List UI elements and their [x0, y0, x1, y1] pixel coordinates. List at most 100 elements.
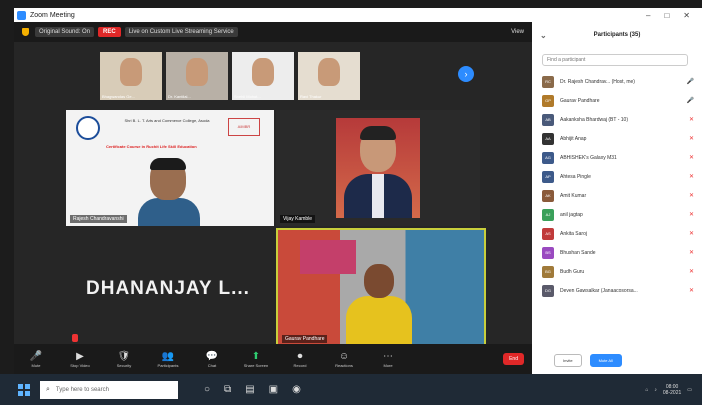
- presenter-video: [138, 158, 200, 226]
- avatar: BS: [542, 246, 554, 259]
- aimbr-logo: AIMBR: [228, 118, 260, 136]
- participant-name: Bhagwandas Ge...: [102, 94, 135, 99]
- stop-video-button[interactable]: ▶ Stop Video: [58, 351, 102, 368]
- notifications-icon[interactable]: ▭: [687, 387, 692, 393]
- mic-muted-icon[interactable]: ✕: [689, 135, 694, 142]
- mic-muted-icon[interactable]: ✕: [689, 173, 694, 180]
- participant-row[interactable]: BS Bhushan Sande ✕: [532, 243, 702, 262]
- participant-search-input[interactable]: [542, 54, 688, 66]
- meeting-area: Original Sound: On REC Live on Custom Li…: [14, 22, 532, 374]
- avatar: AG: [542, 151, 554, 164]
- college-logo-icon: [76, 116, 100, 140]
- avatar: AA: [542, 132, 554, 145]
- shield-icon: 🛡: [117, 350, 131, 362]
- gallery-next-arrow-icon[interactable]: ›: [458, 66, 474, 82]
- mic-on-icon[interactable]: 🎤: [687, 78, 694, 85]
- original-sound-chip[interactable]: Original Sound: On: [35, 27, 95, 37]
- mute-button[interactable]: 🎤 Mute: [14, 351, 58, 368]
- people-icon: 👥: [161, 350, 175, 362]
- participant-row[interactable]: AK Amit Kumar ✕: [532, 186, 702, 205]
- gallery-thumb[interactable]: Snehil Mohot...: [232, 52, 294, 100]
- mic-muted-icon[interactable]: ✕: [689, 116, 694, 123]
- participant-name: Gaurav Pandhare: [282, 335, 328, 343]
- file-explorer-icon[interactable]: ▤: [245, 384, 254, 395]
- gallery-thumb[interactable]: Dr. Kantilal...: [166, 52, 228, 100]
- mic-muted-icon[interactable]: ✕: [689, 192, 694, 199]
- avatar: DG: [542, 284, 554, 297]
- participant-name: Vijay Kamble: [280, 215, 316, 223]
- participant-row[interactable]: AB Aakanksha Bhardwaj (BT - 10) ✕: [532, 110, 702, 129]
- encryption-shield-icon[interactable]: [22, 28, 29, 36]
- clock[interactable]: 08:00 08-2021: [663, 384, 681, 396]
- participants-footer: Invite Mute All: [532, 346, 702, 374]
- avatar: AK: [542, 189, 554, 202]
- participants-panel: ⌄ Participants (35) RCDr. Rajesh Chandra…: [532, 22, 702, 374]
- avatar: AB: [542, 113, 554, 126]
- mute-all-button[interactable]: Mute All: [589, 353, 622, 367]
- close-button[interactable]: ✕: [683, 11, 690, 20]
- participant-video: [318, 58, 340, 86]
- maximize-button[interactable]: □: [664, 11, 669, 20]
- participant-row[interactable]: BG Budh Guru ✕: [532, 262, 702, 281]
- video-tile-no-video[interactable]: DHANANJAY L...: [66, 228, 274, 348]
- participant-list: RC Dr. Rajesh Chandrav... (Host, me) 🎤 GP G…: [532, 72, 702, 300]
- minimize-button[interactable]: –: [646, 11, 650, 20]
- gallery-thumb[interactable]: Bhagwandas Ge...: [100, 52, 162, 100]
- share-screen-button[interactable]: ⬆ Share Screen: [234, 351, 278, 368]
- taskbar-search-box[interactable]: ⌕ Type here to search: [40, 380, 178, 399]
- gallery-thumb[interactable]: Ravi Thakur: [298, 52, 360, 100]
- windows-start-icon[interactable]: [18, 383, 30, 396]
- participant-row[interactable]: DG Deven Gawsalkar (Janaacosorsa... ✕: [532, 281, 702, 300]
- certificate-title: Certificate Course in Ruchit Life Skill …: [106, 144, 197, 149]
- mic-on-icon[interactable]: 🎤: [687, 97, 694, 104]
- meeting-toolbar: 🎤 Mute ▶ Stop Video 🛡 Security 👥 Participant…: [14, 344, 532, 374]
- participant-row[interactable]: GP Gaurav Pandhare 🎤: [532, 91, 702, 110]
- mic-muted-icon[interactable]: ✕: [689, 268, 694, 275]
- avatar: AP: [542, 170, 554, 183]
- mic-muted-icon[interactable]: ✕: [689, 230, 694, 237]
- mic-muted-icon[interactable]: ✕: [689, 287, 694, 294]
- volume-icon[interactable]: ♪: [654, 387, 657, 393]
- system-tray: ⌂ ♪ 08:00 08-2021 ▭: [645, 384, 692, 396]
- microphone-icon: 🎤: [29, 350, 43, 362]
- participant-row[interactable]: AG ABHISHEK's Galaxy M31 ✕: [532, 148, 702, 167]
- ellipsis-icon: ⋯: [383, 350, 393, 362]
- task-view-icon[interactable]: ⧉: [224, 384, 231, 395]
- participants-button[interactable]: 👥 Participants: [146, 351, 190, 368]
- invite-button[interactable]: Invite: [554, 353, 582, 367]
- record-button[interactable]: ⏺ Record: [278, 351, 322, 368]
- participant-video: [252, 58, 274, 86]
- video-camera-icon: ▶: [76, 350, 84, 362]
- share-arrow-icon: ⬆: [251, 350, 261, 362]
- active-speaker-video: [278, 230, 484, 346]
- participant-row[interactable]: AS Ankita Saroj ✕: [532, 224, 702, 243]
- participant-row[interactable]: RC Dr. Rajesh Chandrav... (Host, me) 🎤: [532, 72, 702, 91]
- participant-row[interactable]: AA Abhijit Anap ✕: [532, 129, 702, 148]
- participant-video: [186, 58, 208, 86]
- participants-title: Participants (35): [593, 32, 641, 38]
- avatar: GP: [542, 94, 554, 107]
- cortana-icon[interactable]: ○: [204, 384, 210, 395]
- chat-button[interactable]: 💬 Chat: [190, 351, 234, 368]
- video-tile-active-speaker[interactable]: Gaurav Pandhare: [276, 228, 486, 348]
- participant-row[interactable]: AP Ahtesa Pingle ✕: [532, 167, 702, 186]
- end-meeting-button[interactable]: End: [503, 353, 524, 365]
- participant-row[interactable]: AJ anil jagtap ✕: [532, 205, 702, 224]
- collapse-chevron-icon[interactable]: ⌄: [540, 31, 547, 40]
- chrome-icon[interactable]: ◉: [292, 384, 301, 395]
- view-button[interactable]: View: [511, 29, 524, 35]
- certificate-header: Shri B. L. T. Arts and Commerce College,…: [124, 118, 210, 123]
- participant-name: Ravi Thakur: [300, 94, 322, 99]
- reactions-button[interactable]: ☺ Reactions: [322, 351, 366, 368]
- smiley-icon: ☺: [338, 350, 350, 362]
- video-tile-speaker[interactable]: Vijay Kamble: [276, 110, 480, 226]
- mic-muted-icon[interactable]: ✕: [689, 211, 694, 218]
- network-icon[interactable]: ⌂: [645, 387, 648, 393]
- zoom-app-icon[interactable]: ▣: [269, 384, 278, 395]
- live-streaming-chip[interactable]: Live on Custom Live Streaming Service: [124, 27, 238, 37]
- security-button[interactable]: 🛡 Security: [102, 351, 146, 368]
- more-button[interactable]: ⋯ More: [366, 351, 410, 368]
- video-tile-presenter[interactable]: Shri B. L. T. Arts and Commerce College,…: [66, 110, 274, 226]
- mic-muted-icon[interactable]: ✕: [689, 249, 694, 256]
- mic-muted-icon[interactable]: ✕: [689, 154, 694, 161]
